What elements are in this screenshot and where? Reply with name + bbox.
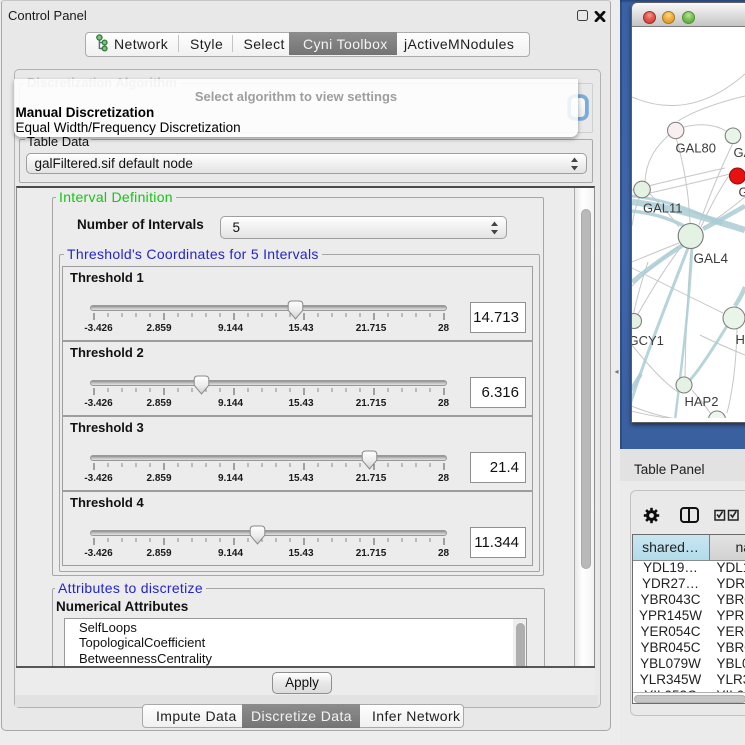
svg-text:-3.426: -3.426 <box>84 323 113 334</box>
svg-text:15.43: 15.43 <box>288 323 313 334</box>
svg-text:28: 28 <box>438 398 450 409</box>
svg-text:2.859: 2.859 <box>146 548 171 559</box>
svg-text:15.43: 15.43 <box>288 473 313 484</box>
svg-text:28: 28 <box>438 323 450 334</box>
svg-text:15.43: 15.43 <box>288 548 313 559</box>
svg-text:9.144: 9.144 <box>218 323 243 334</box>
svg-text:28: 28 <box>438 548 450 559</box>
svg-text:H: H <box>736 332 745 347</box>
svg-text:GCY1: GCY1 <box>632 333 664 348</box>
svg-text:9.144: 9.144 <box>218 548 243 559</box>
svg-text:-3.426: -3.426 <box>84 398 113 409</box>
svg-text:21.715: 21.715 <box>356 548 387 559</box>
svg-text:GAL11: GAL11 <box>643 201 683 216</box>
svg-text:21.715: 21.715 <box>356 323 387 334</box>
svg-text:28: 28 <box>438 473 450 484</box>
svg-text:2.859: 2.859 <box>146 473 171 484</box>
svg-text:-3.426: -3.426 <box>84 473 113 484</box>
svg-text:21.715: 21.715 <box>356 473 387 484</box>
svg-text:9.144: 9.144 <box>218 473 243 484</box>
svg-text:2.859: 2.859 <box>146 398 171 409</box>
svg-text:21.715: 21.715 <box>356 398 387 409</box>
svg-text:GAL80: GAL80 <box>676 141 716 156</box>
svg-text:2.859: 2.859 <box>146 323 171 334</box>
svg-text:GAL4: GAL4 <box>694 251 729 266</box>
svg-text:GA: GA <box>734 145 745 160</box>
svg-text:HAP2: HAP2 <box>685 394 719 409</box>
svg-text:15.43: 15.43 <box>288 398 313 409</box>
svg-text:-3.426: -3.426 <box>84 548 113 559</box>
svg-text:9.144: 9.144 <box>218 398 243 409</box>
svg-text:G: G <box>739 185 745 200</box>
